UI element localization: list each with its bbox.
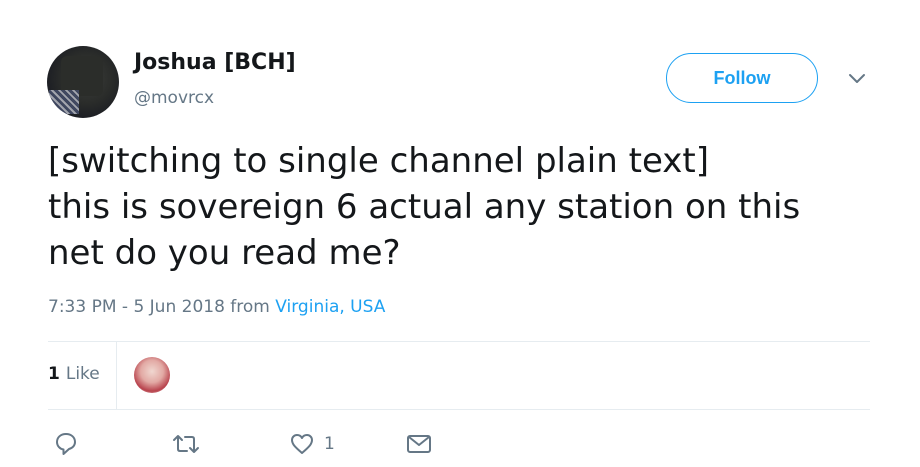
tweet-text-line: net do you read me? <box>48 233 401 273</box>
direct-message-icon <box>407 435 431 453</box>
retweet-icon <box>173 435 199 453</box>
direct-message-button[interactable] <box>406 430 432 458</box>
tweet-timestamp[interactable]: 7:33 PM - 5 Jun 2018 <box>48 297 225 317</box>
profile-avatar[interactable] <box>47 46 119 118</box>
chevron-down-icon <box>849 74 865 83</box>
follow-button[interactable]: Follow <box>666 53 818 103</box>
divider <box>48 341 870 342</box>
divider <box>48 409 870 410</box>
heart-icon <box>291 434 313 454</box>
avatar-flag <box>49 90 79 114</box>
retweet-button[interactable] <box>172 430 200 458</box>
reply-icon <box>56 433 76 455</box>
display-name[interactable]: Joshua [BCH] <box>134 50 296 75</box>
like-button[interactable]: 1 <box>290 430 335 458</box>
tweet-location[interactable]: Virginia, USA <box>275 297 385 317</box>
from-label: from <box>230 297 270 317</box>
more-options-caret[interactable] <box>846 68 868 90</box>
like-action-count: 1 <box>324 434 335 454</box>
liker-avatar[interactable] <box>134 357 170 393</box>
likes-label: Like <box>65 364 100 384</box>
tweet-text-line: this is sovereign 6 actual any station o… <box>48 187 801 227</box>
likes-count: 1 <box>48 364 60 384</box>
tweet-metadata: 7:33 PM - 5 Jun 2018 from Virginia, USA <box>48 297 385 317</box>
reply-button[interactable] <box>54 430 78 458</box>
tweet-text-line: [switching to single channel plain text] <box>48 141 709 181</box>
likes-stat[interactable]: 1 Like <box>48 364 100 384</box>
stat-divider <box>116 341 117 409</box>
user-handle[interactable]: @movrcx <box>134 88 214 108</box>
tweet-text: [switching to single channel plain text]… <box>48 138 888 276</box>
